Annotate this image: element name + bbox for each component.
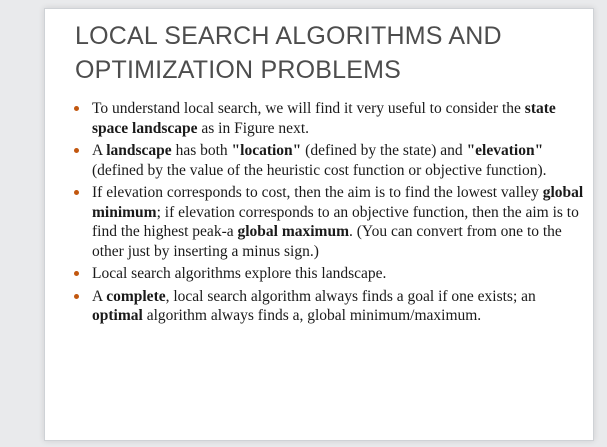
bullet-item-landscape: A landscape has both "location" (defined…	[72, 141, 587, 180]
bullet-item-elevation-cost: If elevation corresponds to cost, then t…	[72, 183, 587, 261]
bold-term-global-maximum: global maximum	[237, 223, 350, 240]
bullet-dot-icon	[74, 148, 79, 153]
slide-title: LOCAL SEARCH ALGORITHMS AND OPTIMIZATION…	[75, 19, 575, 87]
bullet-dot-icon	[74, 271, 79, 276]
bullet-item-state-space: To understand local search, we will find…	[72, 99, 587, 138]
slide-title-line-2: OPTIMIZATION PROBLEMS	[75, 56, 401, 84]
bold-term-location: "location"	[231, 142, 302, 159]
bullet-text: To understand local search, we will find…	[92, 100, 525, 117]
bullet-list: To understand local search, we will find…	[72, 99, 587, 329]
bullet-text: algorithm always finds a, global minimum…	[142, 307, 482, 324]
bullet-dot-icon	[74, 106, 79, 111]
bullet-text: Local search algorithms explore this lan…	[92, 265, 387, 282]
bullet-item-explore: Local search algorithms explore this lan…	[72, 264, 587, 284]
bullet-text: If elevation corresponds to cost, then t…	[92, 184, 543, 201]
bold-term-optimal: optimal	[92, 307, 143, 324]
bullet-text: A	[92, 142, 107, 159]
bold-term-landscape: landscape	[106, 142, 172, 159]
slide-title-line-1: LOCAL SEARCH ALGORITHMS AND	[75, 22, 502, 50]
bold-term-elevation: "elevation"	[466, 142, 544, 159]
slide: LOCAL SEARCH ALGORITHMS AND OPTIMIZATION…	[44, 8, 594, 441]
bullet-text: A	[92, 287, 107, 305]
bullet-dot-icon	[74, 293, 79, 299]
bold-term-complete: complete	[106, 287, 166, 305]
bullet-dot-icon	[74, 190, 79, 195]
bullet-text: has both	[171, 142, 232, 159]
bullet-text: (defined by the state) and	[301, 142, 467, 159]
bullet-text: as in Figure next.	[197, 119, 309, 137]
bullet-text: , local search algorithm always finds a …	[165, 287, 536, 305]
bullet-text: (defined by the value of the heuristic c…	[92, 161, 547, 179]
bullet-item-complete-optimal: A complete, local search algorithm alway…	[72, 287, 587, 326]
